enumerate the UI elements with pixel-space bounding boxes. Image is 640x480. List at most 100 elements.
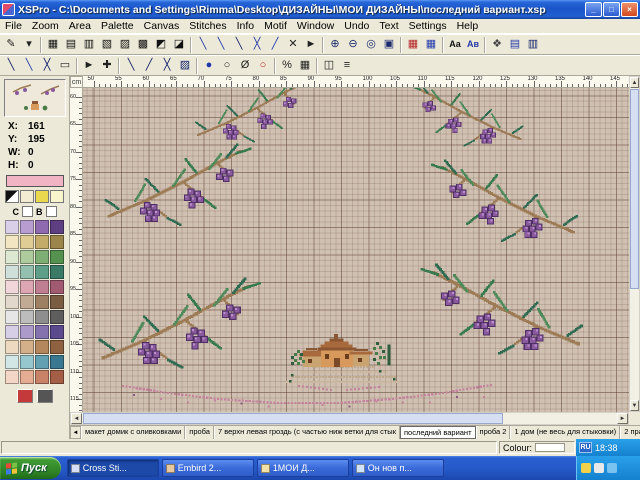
- backstitch-cross-icon[interactable]: ╳: [248, 36, 266, 54]
- palette-color[interactable]: [35, 340, 49, 354]
- menu-stitches[interactable]: Stitches: [184, 20, 231, 32]
- half-stitch-2-icon[interactable]: ▥: [80, 36, 98, 54]
- palette-color[interactable]: [35, 370, 49, 384]
- taskbar-task-1[interactable]: Embird 2...: [162, 459, 254, 477]
- sheet-tab-2[interactable]: 7 верхн левая гроздь (с частью ниж ветки…: [214, 426, 400, 439]
- menu-canvas[interactable]: Canvas: [139, 20, 185, 32]
- sheet-tab-0[interactable]: макет домик с оливковками: [81, 426, 185, 439]
- menu-window[interactable]: Window: [292, 20, 339, 32]
- hatch-fill-icon[interactable]: ▨: [176, 57, 194, 75]
- palette-color[interactable]: [35, 325, 49, 339]
- grid-toggle-icon[interactable]: ▦: [422, 36, 440, 54]
- palette-options-button[interactable]: [37, 389, 53, 403]
- palette-color[interactable]: [50, 340, 64, 354]
- line-navy-3-icon[interactable]: ╳: [158, 57, 176, 75]
- swatch-yellow[interactable]: [35, 190, 49, 203]
- scroll-up-icon[interactable]: ▲: [630, 77, 639, 88]
- palette-color[interactable]: [5, 310, 19, 324]
- palette-edit-button[interactable]: [17, 389, 33, 403]
- corner-stitch-2-icon[interactable]: ◪: [170, 36, 188, 54]
- taskbar-task-0[interactable]: Cross Sti...: [67, 459, 159, 477]
- scroll-left-icon[interactable]: ◄: [71, 413, 82, 424]
- menu-file[interactable]: File: [0, 20, 27, 32]
- palette-color[interactable]: [20, 355, 34, 369]
- palette-color[interactable]: [50, 355, 64, 369]
- selected-color-swatch[interactable]: [6, 175, 64, 187]
- circle-slash-icon[interactable]: Ø: [236, 57, 254, 75]
- scroll-down-icon[interactable]: ▼: [630, 400, 639, 411]
- circle-outline-icon[interactable]: ○: [218, 57, 236, 75]
- bs-line-2-icon[interactable]: ╲: [20, 57, 38, 75]
- menu-settings[interactable]: Settings: [404, 20, 452, 32]
- palette-color[interactable]: [5, 265, 19, 279]
- palette-color[interactable]: [20, 220, 34, 234]
- palette-color[interactable]: [5, 220, 19, 234]
- palette-color[interactable]: [5, 235, 19, 249]
- palette-color[interactable]: [20, 250, 34, 264]
- palette-color[interactable]: [35, 280, 49, 294]
- b-checkbox[interactable]: [46, 206, 57, 217]
- palette-color[interactable]: [50, 310, 64, 324]
- vertical-scroll-thumb[interactable]: [630, 89, 639, 289]
- palette-color[interactable]: [5, 370, 19, 384]
- sheet-tab-6[interactable]: 2 правая ниж гр.: [620, 426, 640, 439]
- zoom-out-icon[interactable]: ⊖: [344, 36, 362, 54]
- zoom-100-icon[interactable]: ◎: [362, 36, 380, 54]
- tray-volume-icon[interactable]: [594, 463, 604, 473]
- erase-stitch-icon[interactable]: ✕: [284, 36, 302, 54]
- palette-color[interactable]: [50, 280, 64, 294]
- pencil-tool-icon[interactable]: ✎: [2, 36, 20, 54]
- motif-library-icon[interactable]: ❖: [488, 36, 506, 54]
- c-checkbox[interactable]: [22, 206, 33, 217]
- palette-color[interactable]: [5, 295, 19, 309]
- taskbar-task-2[interactable]: 1МОИ Д...: [257, 459, 349, 477]
- sheet-tab-3[interactable]: последний вариант: [400, 426, 476, 439]
- swatch-pale[interactable]: [50, 190, 64, 203]
- menu-undo[interactable]: Undo: [339, 20, 374, 32]
- bs-box-icon[interactable]: ▭: [56, 57, 74, 75]
- palette-color[interactable]: [50, 295, 64, 309]
- blend-black-white[interactable]: [5, 190, 19, 203]
- language-indicator[interactable]: RU: [579, 442, 592, 453]
- menu-motif[interactable]: Motif: [259, 20, 292, 32]
- pointer-tool-icon[interactable]: ►: [80, 57, 98, 75]
- palette-color[interactable]: [5, 325, 19, 339]
- pencil-dropdown-icon[interactable]: ▾: [20, 36, 38, 54]
- close-button[interactable]: ×: [621, 2, 638, 17]
- palette-color[interactable]: [50, 325, 64, 339]
- palette-color[interactable]: [20, 325, 34, 339]
- palette-color[interactable]: [20, 280, 34, 294]
- backstitch-up-icon[interactable]: ╱: [266, 36, 284, 54]
- tray-network-icon[interactable]: [607, 463, 617, 473]
- menu-text[interactable]: Text: [374, 20, 403, 32]
- full-square-stitch-icon[interactable]: ▩: [134, 36, 152, 54]
- maximize-button[interactable]: □: [603, 2, 620, 17]
- font-latin-icon[interactable]: Aa: [446, 36, 464, 54]
- palette-color[interactable]: [20, 340, 34, 354]
- minimize-button[interactable]: _: [585, 2, 602, 17]
- quarter-stitch-icon[interactable]: ▧: [98, 36, 116, 54]
- menu-palette[interactable]: Palette: [96, 20, 139, 32]
- palette-color[interactable]: [50, 250, 64, 264]
- palette-color[interactable]: [50, 235, 64, 249]
- three-quarter-stitch-icon[interactable]: ▨: [116, 36, 134, 54]
- palette-color[interactable]: [35, 235, 49, 249]
- grid-small-icon[interactable]: ▦: [296, 57, 314, 75]
- percent-view-icon[interactable]: %: [278, 57, 296, 75]
- palette-color[interactable]: [50, 265, 64, 279]
- palette-color[interactable]: [20, 265, 34, 279]
- palette-color[interactable]: [35, 265, 49, 279]
- select-arrow-icon[interactable]: ►: [302, 36, 320, 54]
- half-stitch-1-icon[interactable]: ▤: [62, 36, 80, 54]
- scroll-right-icon[interactable]: ►: [617, 413, 628, 424]
- swatch-cream[interactable]: [20, 190, 34, 203]
- horizontal-scroll-thumb[interactable]: [83, 413, 503, 424]
- pan-tool-icon[interactable]: ✚: [98, 57, 116, 75]
- corner-stitch-1-icon[interactable]: ◩: [152, 36, 170, 54]
- palette-color[interactable]: [35, 355, 49, 369]
- palette-color[interactable]: [50, 220, 64, 234]
- palette-color[interactable]: [20, 295, 34, 309]
- palette-color[interactable]: [35, 220, 49, 234]
- start-button[interactable]: Пуск: [0, 457, 61, 479]
- palette-color[interactable]: [35, 250, 49, 264]
